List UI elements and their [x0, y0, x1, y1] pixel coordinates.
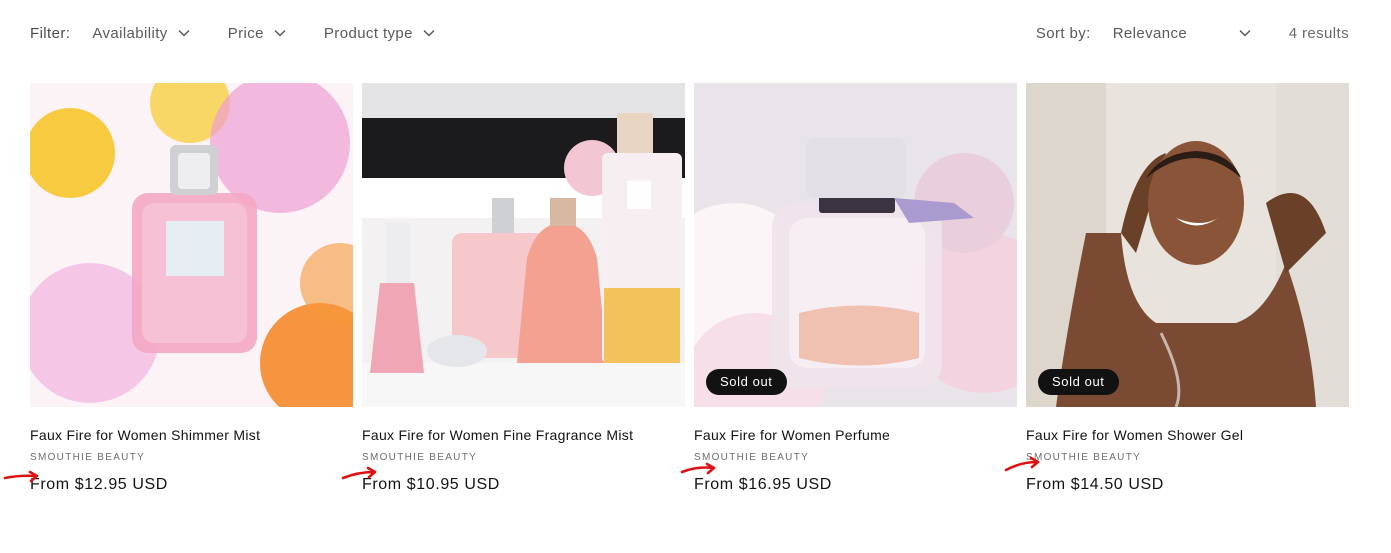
- chevron-down-icon: [1239, 29, 1251, 37]
- product-card: Faux Fire for Women Fine Fragrance Mist …: [362, 83, 685, 494]
- product-title[interactable]: Faux Fire for Women Fine Fragrance Mist: [362, 427, 685, 443]
- product-price: From $16.95 USD: [694, 476, 832, 493]
- annotation-arrow: [680, 462, 716, 475]
- sort-label: Sort by:: [1035, 24, 1091, 42]
- product-image-link[interactable]: [362, 83, 685, 407]
- sort-selected-value: Relevance: [1112, 24, 1188, 42]
- collection-page: Filter: Availability Price Product type …: [0, 0, 1391, 553]
- product-image-fine-fragrance-mist: [362, 83, 685, 407]
- product-grid: Faux Fire for Women Shimmer Mist SMOUTHI…: [30, 83, 1349, 494]
- sold-out-badge: Sold out: [1038, 369, 1119, 395]
- product-title[interactable]: Faux Fire for Women Shimmer Mist: [30, 427, 353, 443]
- chevron-down-icon: [274, 29, 286, 37]
- annotation-arrow: [341, 466, 377, 480]
- product-image-shimmer-mist: [30, 83, 353, 407]
- facet-availability-label: Availability: [92, 24, 168, 42]
- facet-price-label: Price: [227, 24, 264, 42]
- filter-bar: Filter: Availability Price Product type …: [30, 20, 1349, 46]
- chevron-down-icon: [423, 29, 435, 37]
- product-image-shower-gel: [1026, 83, 1349, 407]
- facet-product-type[interactable]: Product type: [324, 25, 435, 42]
- sold-out-badge: Sold out: [706, 369, 787, 395]
- annotation-arrow: [1004, 456, 1040, 472]
- facet-price[interactable]: Price: [228, 25, 286, 42]
- annotation-arrow: [3, 470, 39, 483]
- product-image-link[interactable]: [30, 83, 353, 407]
- facet-availability[interactable]: Availability: [92, 24, 190, 42]
- product-image-link[interactable]: Sold out: [1026, 83, 1349, 407]
- product-price: From $12.95 USD: [30, 476, 168, 493]
- product-card: Sold out Faux Fire for Women Shower Gel …: [1026, 83, 1349, 494]
- product-vendor: SMOUTHIE BEAUTY: [30, 452, 146, 463]
- product-card: Sold out Faux Fire for Women Perfume SMO…: [694, 83, 1017, 494]
- sort-select[interactable]: Relevance: [1113, 25, 1251, 42]
- product-price: From $14.50 USD: [1026, 476, 1164, 493]
- product-image-link[interactable]: Sold out: [694, 83, 1017, 407]
- product-card: Faux Fire for Women Shimmer Mist SMOUTHI…: [30, 83, 353, 494]
- filter-label: Filter:: [30, 24, 71, 42]
- product-title[interactable]: Faux Fire for Women Perfume: [694, 427, 1017, 443]
- product-vendor: SMOUTHIE BEAUTY: [362, 452, 478, 463]
- product-title[interactable]: Faux Fire for Women Shower Gel: [1026, 427, 1349, 443]
- product-vendor: SMOUTHIE BEAUTY: [1026, 452, 1142, 463]
- product-vendor: SMOUTHIE BEAUTY: [694, 452, 810, 463]
- product-price: From $10.95 USD: [362, 476, 500, 493]
- chevron-down-icon: [178, 29, 190, 37]
- facet-product-type-label: Product type: [323, 24, 413, 42]
- product-image-perfume: [694, 83, 1017, 407]
- results-count: 4 results: [1288, 24, 1349, 42]
